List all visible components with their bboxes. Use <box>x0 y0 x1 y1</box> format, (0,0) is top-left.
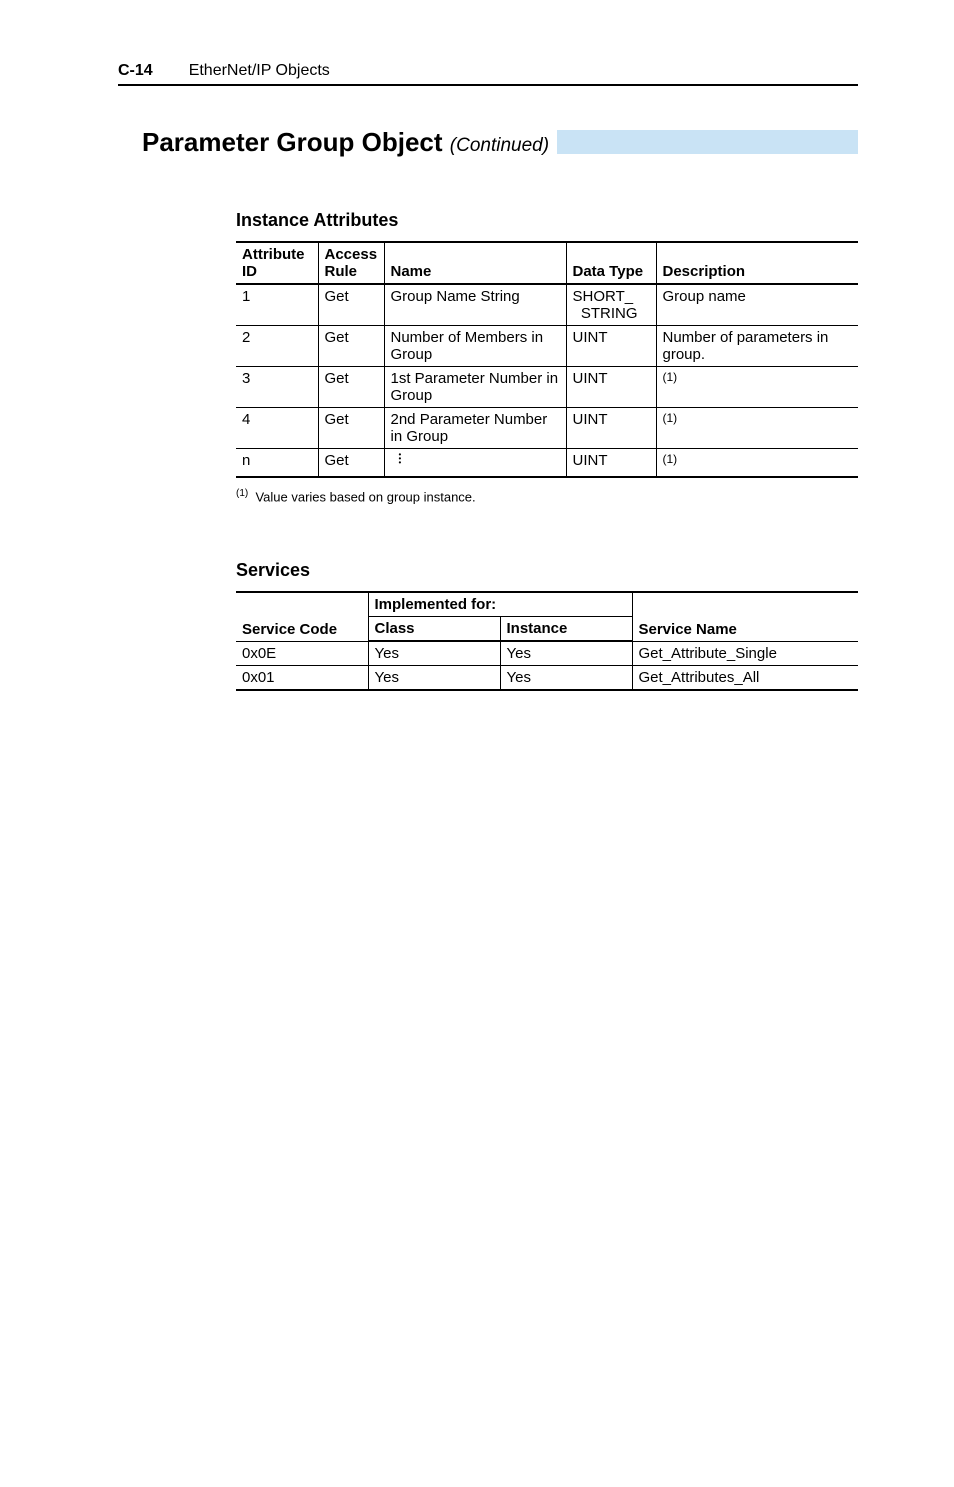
col-description: Description <box>656 242 858 284</box>
cell-access-rule: Get <box>318 284 384 326</box>
instance-attributes-table: Attribute ID Access Rule Name Data Type … <box>236 241 858 478</box>
instance-attributes-heading: Instance Attributes <box>236 210 858 231</box>
header-rule <box>118 84 858 86</box>
cell-access-rule: Get <box>318 408 384 449</box>
cell-data-type: UINT <box>566 326 656 367</box>
table-row: 0x01 Yes Yes Get_Attributes_All <box>236 666 858 691</box>
cell-access-rule: Get <box>318 367 384 408</box>
cell-description: Group name <box>656 284 858 326</box>
cell-description: Number of parameters in group. <box>656 326 858 367</box>
cell-data-type: SHORT_ STRING <box>566 284 656 326</box>
cell-attr-id: n <box>236 449 318 478</box>
col-class: Class <box>368 617 500 642</box>
cell-instance: Yes <box>500 666 632 691</box>
cell-name: 2nd Parameter Number in Group <box>384 408 566 449</box>
col-implemented-for: Implemented for: <box>368 592 632 617</box>
cell-attr-id: 4 <box>236 408 318 449</box>
footnote-text: Value varies based on group instance. <box>255 489 475 504</box>
table-row: n Get ••• UINT (1) <box>236 449 858 478</box>
col-instance: Instance <box>500 617 632 642</box>
cell-service-code: 0x01 <box>236 666 368 691</box>
cell-service-name: Get_Attribute_Single <box>632 641 858 666</box>
col-service-code: Service Code <box>236 592 368 641</box>
footnote-marker: (1) <box>236 488 248 499</box>
services-heading: Services <box>236 560 858 581</box>
cell-access-rule: Get <box>318 326 384 367</box>
col-name: Name <box>384 242 566 284</box>
cell-class: Yes <box>368 641 500 666</box>
cell-attr-id: 3 <box>236 367 318 408</box>
table-row: 3 Get 1st Parameter Number in Group UINT… <box>236 367 858 408</box>
cell-name: Group Name String <box>384 284 566 326</box>
cell-data-type: UINT <box>566 408 656 449</box>
table-row: 2 Get Number of Members in Group UINT Nu… <box>236 326 858 367</box>
section-title: Parameter Group Object (Continued) <box>142 130 557 158</box>
header-section-title: EtherNet/IP Objects <box>189 62 330 80</box>
table-row: 4 Get 2nd Parameter Number in Group UINT… <box>236 408 858 449</box>
col-data-type: Data Type <box>566 242 656 284</box>
col-service-name: Service Name <box>632 592 858 641</box>
cell-attr-id: 2 <box>236 326 318 367</box>
cell-description: (1) <box>656 408 858 449</box>
cell-name: 1st Parameter Number in Group <box>384 367 566 408</box>
page-number: C-14 <box>118 62 153 80</box>
cell-instance: Yes <box>500 641 632 666</box>
col-attr-id: Attribute ID <box>236 242 318 284</box>
cell-data-type: UINT <box>566 367 656 408</box>
cell-description: (1) <box>656 449 858 478</box>
table-row: 0x0E Yes Yes Get_Attribute_Single <box>236 641 858 666</box>
vertical-dots-icon: ••• <box>391 453 402 465</box>
services-table: Service Code Implemented for: Service Na… <box>236 591 858 691</box>
cell-description: (1) <box>656 367 858 408</box>
cell-name: ••• <box>384 449 566 478</box>
table-row: 1 Get Group Name String SHORT_ STRING Gr… <box>236 284 858 326</box>
cell-access-rule: Get <box>318 449 384 478</box>
cell-service-code: 0x0E <box>236 641 368 666</box>
cell-class: Yes <box>368 666 500 691</box>
cell-name: Number of Members in Group <box>384 326 566 367</box>
footnote: (1) Value varies based on group instance… <box>236 488 858 504</box>
col-access-rule: Access Rule <box>318 242 384 284</box>
cell-attr-id: 1 <box>236 284 318 326</box>
cell-service-name: Get_Attributes_All <box>632 666 858 691</box>
cell-data-type: UINT <box>566 449 656 478</box>
section-title-suffix: (Continued) <box>450 135 549 156</box>
section-title-main: Parameter Group Object <box>142 127 443 157</box>
